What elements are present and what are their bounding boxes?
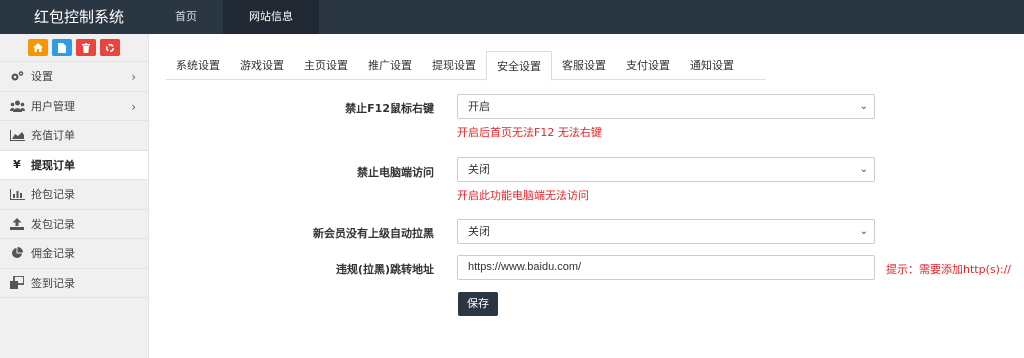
topnav-site-info[interactable]: 网站信息 (223, 0, 319, 34)
sidebar-item-users[interactable]: 用户管理 › (0, 92, 148, 121)
auto-block-select-value: 关闭 (468, 225, 490, 238)
clone-icon (9, 276, 25, 290)
settings-tabs: 系统设置 游戏设置 主页设置 推广设置 提现设置 安全设置 客服设置 支付设置 … (166, 51, 766, 81)
pie-chart-icon (9, 246, 25, 260)
sidebar-item-commission-records[interactable]: 佣金记录 (0, 239, 148, 269)
sidebar-item-label: 用户管理 (31, 99, 75, 113)
chevron-down-icon: ⌄ (859, 164, 868, 175)
f12-select[interactable]: 开启 ⌄ (457, 94, 875, 119)
chevron-down-icon: ⌄ (859, 101, 868, 112)
tab-homepage[interactable]: 主页设置 (294, 51, 358, 80)
sidebar-item-label: 发包记录 (31, 217, 75, 231)
sidebar-item-label: 充值订单 (31, 129, 75, 143)
pc-access-select-value: 关闭 (468, 163, 490, 176)
pc-access-hint: 开启此功能电脑端无法访问 (457, 189, 589, 202)
sidebar-item-settings[interactable]: 设置 › (0, 62, 148, 92)
tab-payment[interactable]: 支付设置 (616, 51, 680, 80)
tab-promotion[interactable]: 推广设置 (358, 51, 422, 80)
tab-security[interactable]: 安全设置 (486, 51, 552, 81)
save-button[interactable]: 保存 (458, 292, 498, 316)
sidebar-item-label: 提现订单 (31, 158, 75, 172)
app-title: 红包控制系统 (34, 8, 125, 26)
pc-access-select[interactable]: 关闭 ⌄ (457, 157, 875, 182)
sidebar-item-label: 佣金记录 (31, 247, 75, 261)
auto-block-select[interactable]: 关闭 ⌄ (457, 219, 875, 244)
tab-game[interactable]: 游戏设置 (230, 51, 294, 80)
auto-block-label: 新会员没有上级自动拉黑 (313, 227, 434, 240)
sidebar-item-checkin-records[interactable]: 签到记录 (0, 269, 148, 298)
upload-icon (9, 217, 25, 231)
tab-customer-service[interactable]: 客服设置 (552, 51, 616, 80)
yen-icon: ¥ (13, 158, 21, 172)
trash-icon[interactable] (76, 39, 96, 56)
gears-icon (9, 69, 25, 83)
tab-notification[interactable]: 通知设置 (680, 51, 744, 80)
sidebar-item-label: 抢包记录 (31, 188, 75, 202)
top-nav: 首页 网站信息 (149, 0, 319, 34)
main-content: 系统设置 游戏设置 主页设置 推广设置 提现设置 安全设置 客服设置 支付设置 … (150, 34, 1024, 358)
sidebar-item-recharge-orders[interactable]: 充值订单 (0, 121, 148, 151)
sidebar-item-label: 签到记录 (31, 276, 75, 290)
document-icon[interactable] (52, 39, 72, 56)
sidebar-item-grab-records[interactable]: 抢包记录 (0, 180, 148, 210)
tab-system[interactable]: 系统设置 (166, 51, 230, 80)
sidebar: 设置 › 用户管理 › 充值订单 ¥ 提现订单 抢包记录 发包记录 佣金记录 签… (0, 34, 149, 358)
f12-select-value: 开启 (468, 100, 490, 113)
chevron-right-icon: › (131, 70, 136, 84)
pc-access-label: 禁止电脑端访问 (357, 166, 434, 179)
sidebar-item-label: 设置 (31, 70, 53, 84)
tab-withdraw[interactable]: 提现设置 (422, 51, 486, 80)
users-icon (9, 99, 25, 113)
home-icon[interactable] (28, 39, 48, 56)
chevron-down-icon: ⌄ (859, 226, 868, 237)
f12-hint: 开启后首页无法F12 无法右键 (457, 126, 602, 139)
sidebar-item-send-records[interactable]: 发包记录 (0, 210, 148, 239)
sidebar-item-withdraw-orders[interactable]: ¥ 提现订单 (0, 150, 148, 180)
recycle-icon[interactable] (100, 39, 120, 56)
bar-chart-icon (9, 187, 25, 201)
redirect-url-input[interactable]: https://www.baidu.com/ (457, 255, 875, 280)
top-bar: 红包控制系统 首页 网站信息 (0, 0, 1024, 34)
quick-actions (0, 34, 148, 62)
chevron-right-icon: › (131, 99, 136, 114)
f12-label: 禁止F12鼠标右键 (345, 102, 434, 115)
area-chart-icon (9, 128, 25, 142)
redirect-url-hint: 提示：需要添加http(s):// (886, 263, 1012, 276)
topnav-home[interactable]: 首页 (149, 0, 223, 34)
redirect-url-label: 违规(拉黑)跳转地址 (335, 263, 434, 276)
